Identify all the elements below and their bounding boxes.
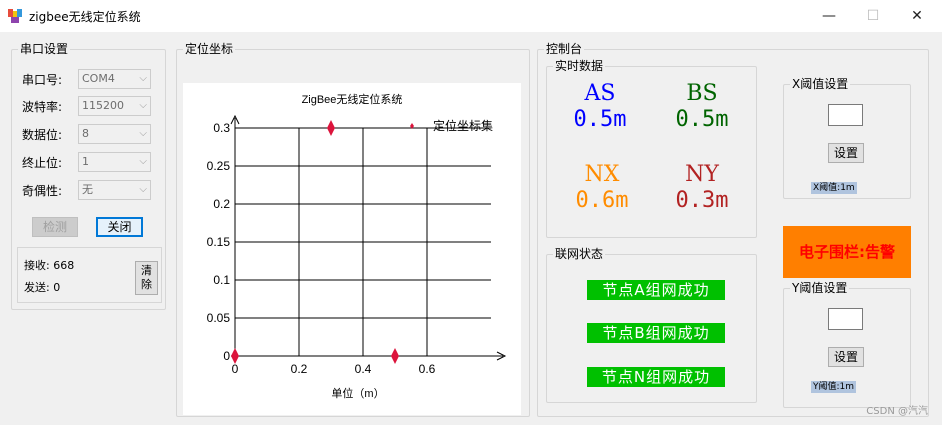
x-threshold-group: X阈值设置 设置 X阈值:1m bbox=[783, 77, 911, 199]
close-window-button[interactable]: ✕ bbox=[894, 0, 940, 32]
stopbits-label: 终止位: bbox=[22, 156, 63, 170]
maximize-icon: ☐ bbox=[866, 8, 880, 24]
as-label: AS bbox=[584, 81, 616, 106]
chevron-down-icon: ⌵ bbox=[139, 128, 147, 139]
x-threshold-set-button[interactable]: 设置 bbox=[828, 143, 864, 163]
y-threshold-set-button[interactable]: 设置 bbox=[828, 347, 864, 367]
x-threshold-legend: X阈值设置 bbox=[790, 77, 851, 91]
clear-button[interactable]: 清 除 bbox=[135, 261, 158, 295]
y-tick-label: 0.25 bbox=[207, 159, 231, 173]
y-threshold-legend: Y阈值设置 bbox=[790, 281, 850, 295]
coords-group: 定位坐标 ZigBee无线定位系统 0 0.2 0.4 0.6 0 0.05 0.1 0.15 0… bbox=[176, 42, 530, 417]
app-icon bbox=[8, 9, 22, 23]
fence-alarm-badge: 电子围栏:告警 bbox=[783, 226, 911, 278]
maximize-button[interactable]: ☐ bbox=[850, 0, 896, 32]
x-threshold-input[interactable] bbox=[828, 104, 863, 126]
y-tick-label: 0.3 bbox=[213, 121, 230, 135]
minimize-icon: — bbox=[822, 8, 836, 24]
node-a-status: 节点A组网成功 bbox=[587, 280, 725, 300]
bs-label: BS bbox=[686, 81, 718, 106]
y-tick-label: 0.1 bbox=[213, 273, 230, 287]
x-tick-label: 0 bbox=[232, 362, 239, 376]
y-tick-label: 0 bbox=[223, 349, 230, 363]
x-tick-label: 0.6 bbox=[419, 362, 436, 376]
chevron-down-icon: ⌵ bbox=[139, 184, 147, 195]
console-group: 控制台 实时数据 AS 0.5m BS 0.5m NX 0.6m NY 0.3m… bbox=[537, 42, 929, 417]
x-threshold-readout: X阈值:1m bbox=[811, 182, 857, 194]
network-group: 联网状态 节点A组网成功 节点B组网成功 节点N组网成功 bbox=[546, 247, 757, 403]
minimize-button[interactable]: — bbox=[806, 0, 852, 32]
serial-settings-legend: 串口设置 bbox=[18, 42, 71, 56]
close-port-button[interactable]: 关闭 bbox=[96, 217, 143, 237]
port-value: COM4 bbox=[82, 72, 115, 85]
ny-label: NY bbox=[685, 162, 719, 187]
detect-button[interactable]: 检测 bbox=[32, 217, 78, 237]
bs-value: 0.5m bbox=[675, 107, 729, 132]
stopbits-value: 1 bbox=[82, 155, 89, 168]
send-count: 发送: 0 bbox=[24, 281, 61, 294]
parity-value: 无 bbox=[82, 183, 93, 196]
node-b-status: 节点B组网成功 bbox=[587, 323, 725, 343]
console-legend: 控制台 bbox=[544, 42, 585, 56]
y-tick-label: 0.15 bbox=[207, 235, 231, 249]
y-tick-label: 0.05 bbox=[207, 311, 231, 325]
baud-select[interactable]: 115200 ⌵ bbox=[78, 96, 151, 116]
scatter-chart: ZigBee无线定位系统 0 0.2 0.4 0.6 0 0.05 0.1 0.15 0.2 0.2… bbox=[207, 92, 507, 400]
nx-value: 0.6m bbox=[575, 188, 629, 213]
serial-settings-group: 串口设置 串口号: COM4 ⌵ 波特率: 115200 ⌵ 数据位: 8 ⌵ 终止位… bbox=[11, 42, 166, 310]
as-value: 0.5m bbox=[573, 107, 627, 132]
realtime-group: 实时数据 AS 0.5m BS 0.5m NX 0.6m NY 0.3m bbox=[546, 59, 757, 238]
databits-label: 数据位: bbox=[22, 128, 63, 142]
x-axis-label: 单位（m） bbox=[331, 386, 384, 400]
databits-value: 8 bbox=[82, 127, 89, 140]
chevron-down-icon: ⌵ bbox=[139, 73, 147, 84]
stats-box: 接收: 668 发送: 0 清 除 bbox=[17, 247, 162, 303]
y-tick-label: 0.2 bbox=[213, 197, 230, 211]
network-legend: 联网状态 bbox=[553, 247, 606, 261]
nx-label: NX bbox=[584, 162, 620, 187]
clear-label-line2: 除 bbox=[141, 278, 152, 291]
parity-label: 奇偶性: bbox=[22, 184, 63, 198]
realtime-legend: 实时数据 bbox=[553, 59, 606, 73]
clear-label-line1: 清 bbox=[141, 264, 152, 277]
y-threshold-readout: Y阈值:1m bbox=[811, 381, 857, 393]
plot-area: ZigBee无线定位系统 0 0.2 0.4 0.6 0 0.05 0.1 0.15 0.2 0.2… bbox=[183, 83, 521, 415]
client-area: 串口设置 串口号: COM4 ⌵ 波特率: 115200 ⌵ 数据位: 8 ⌵ 终止位… bbox=[0, 32, 942, 425]
data-point bbox=[327, 120, 335, 136]
x-tick-label: 0.2 bbox=[291, 362, 308, 376]
parity-select[interactable]: 无 ⌵ bbox=[78, 180, 151, 200]
databits-select[interactable]: 8 ⌵ bbox=[78, 124, 151, 144]
title-bar: zigbee无线定位系统 — ☐ ✕ bbox=[0, 0, 942, 32]
close-icon: ✕ bbox=[911, 8, 923, 24]
x-tick-label: 0.4 bbox=[355, 362, 372, 376]
chevron-down-icon: ⌵ bbox=[139, 100, 147, 111]
ny-value: 0.3m bbox=[675, 188, 729, 213]
port-label: 串口号: bbox=[22, 73, 63, 87]
data-point bbox=[391, 348, 399, 364]
window-title: zigbee无线定位系统 bbox=[29, 10, 141, 24]
port-select[interactable]: COM4 ⌵ bbox=[78, 69, 151, 89]
baud-label: 波特率: bbox=[22, 100, 63, 114]
node-n-status: 节点N组网成功 bbox=[587, 367, 725, 387]
stopbits-select[interactable]: 1 ⌵ bbox=[78, 152, 151, 172]
legend-label: 定位坐标集 bbox=[433, 118, 493, 133]
coords-legend: 定位坐标 bbox=[183, 42, 236, 56]
chart-title: ZigBee无线定位系统 bbox=[302, 92, 403, 106]
y-threshold-input[interactable] bbox=[828, 308, 863, 330]
y-threshold-group: Y阈值设置 设置 Y阈值:1m bbox=[783, 281, 911, 408]
receive-count: 接收: 668 bbox=[24, 259, 75, 272]
chevron-down-icon: ⌵ bbox=[139, 156, 147, 167]
baud-value: 115200 bbox=[82, 99, 124, 112]
watermark: CSDN @汽汽 bbox=[866, 406, 928, 417]
